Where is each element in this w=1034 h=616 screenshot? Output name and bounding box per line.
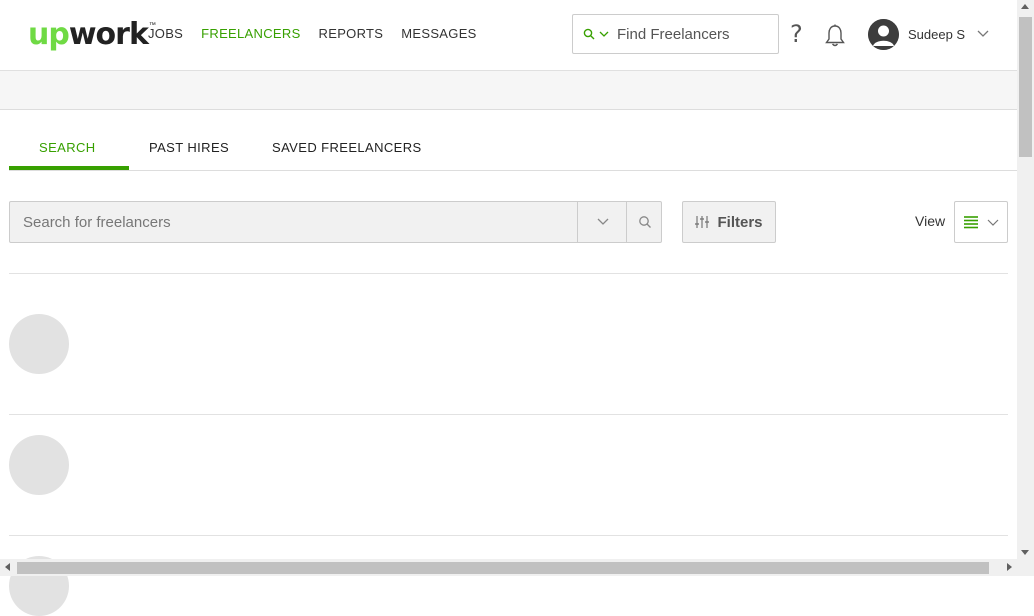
nav-messages[interactable]: MESSAGES bbox=[401, 26, 476, 41]
user-icon bbox=[868, 19, 899, 50]
chevron-down-icon[interactable] bbox=[976, 26, 990, 40]
main-nav: JOBS FREELANCERS REPORTS MESSAGES bbox=[148, 26, 495, 41]
scroll-right-arrow[interactable] bbox=[1007, 563, 1012, 571]
list-divider bbox=[9, 414, 1008, 415]
scrollbar-corner bbox=[1017, 559, 1034, 576]
search-input[interactable] bbox=[10, 202, 577, 242]
list-view-icon bbox=[964, 216, 978, 229]
user-name[interactable]: Sudeep S bbox=[908, 27, 965, 42]
top-header: upwork ™ JOBS FREELANCERS REPORTS MESSAG… bbox=[0, 0, 1017, 71]
search-dropdown-button[interactable] bbox=[577, 202, 627, 242]
search-type-dropdown[interactable] bbox=[573, 28, 609, 40]
scroll-up-arrow[interactable] bbox=[1021, 4, 1029, 9]
chevron-down-icon bbox=[597, 218, 608, 225]
scroll-left-arrow[interactable] bbox=[5, 563, 10, 571]
view-toggle-button[interactable] bbox=[954, 201, 1008, 243]
placeholder-avatar bbox=[9, 435, 69, 495]
list-divider bbox=[9, 535, 1008, 536]
horizontal-scrollbar[interactable] bbox=[0, 559, 1017, 576]
nav-reports[interactable]: REPORTS bbox=[319, 26, 384, 41]
tab-bar: SEARCH PAST HIRES SAVED FREELANCERS bbox=[9, 110, 1017, 171]
upwork-logo[interactable]: upwork ™ bbox=[28, 18, 156, 50]
search-submit-button[interactable] bbox=[626, 202, 662, 242]
vertical-scrollbar[interactable] bbox=[1017, 0, 1034, 559]
chevron-down-icon bbox=[987, 219, 999, 226]
nav-freelancers[interactable]: FREELANCERS bbox=[201, 26, 300, 41]
chevron-down-icon bbox=[599, 31, 609, 37]
list-divider bbox=[9, 273, 1008, 274]
view-label: View bbox=[915, 213, 946, 229]
search-icon bbox=[583, 28, 595, 40]
scroll-down-arrow[interactable] bbox=[1021, 550, 1029, 555]
active-tab-indicator bbox=[9, 166, 129, 170]
logo-work: work bbox=[68, 17, 149, 52]
nav-jobs[interactable]: JOBS bbox=[148, 26, 183, 41]
find-freelancers-text: Find Freelancers bbox=[617, 25, 730, 43]
placeholder-avatar bbox=[9, 314, 69, 374]
filters-button[interactable]: Filters bbox=[682, 201, 776, 243]
tab-past-hires[interactable]: PAST HIRES bbox=[149, 140, 229, 155]
freelancer-search-bar bbox=[9, 201, 662, 243]
search-icon bbox=[638, 216, 651, 228]
tab-saved-freelancers[interactable]: SAVED FREELANCERS bbox=[272, 140, 422, 155]
help-icon[interactable]: ? bbox=[790, 20, 803, 48]
subheader-band bbox=[0, 71, 1017, 110]
logo-up: up bbox=[28, 17, 70, 52]
vertical-scroll-thumb[interactable] bbox=[1019, 17, 1032, 157]
avatar[interactable] bbox=[868, 19, 899, 50]
sliders-icon bbox=[695, 216, 710, 228]
horizontal-scroll-thumb[interactable] bbox=[17, 562, 989, 574]
notification-bell-icon[interactable] bbox=[824, 24, 846, 48]
tab-search[interactable]: SEARCH bbox=[39, 140, 96, 155]
find-freelancers-search[interactable]: Find Freelancers bbox=[572, 14, 779, 54]
filters-label: Filters bbox=[717, 213, 763, 231]
